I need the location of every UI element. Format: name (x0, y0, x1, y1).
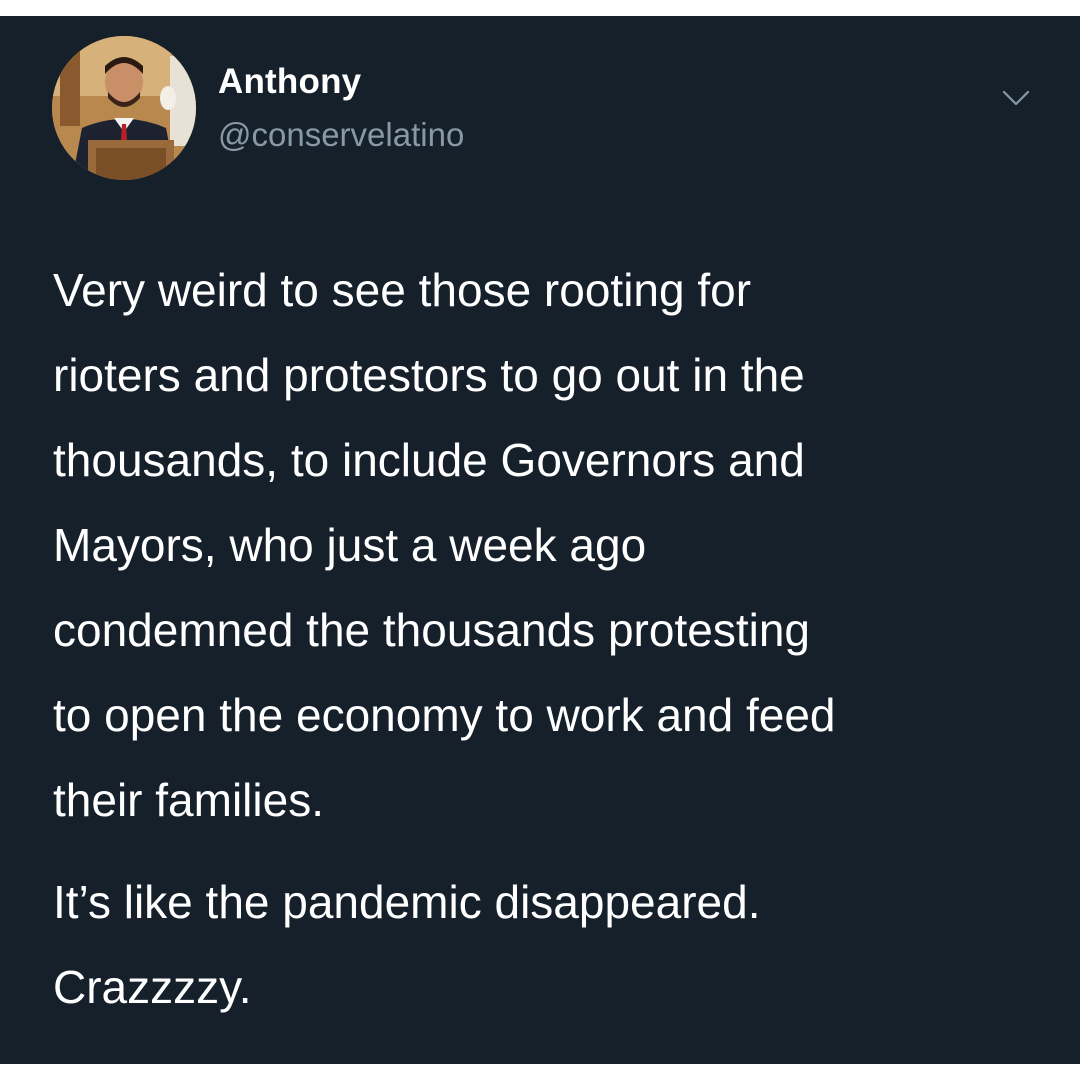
tweet-card: Anthony @conservelatino Very weird to se… (0, 16, 1080, 1064)
author-handle[interactable]: @conservelatino (218, 116, 464, 154)
tweet-paragraph: It’s like the pandemic disappeared. Craz… (53, 876, 761, 1013)
tweet-text: Very weird to see those rooting for riot… (53, 248, 1053, 1030)
chevron-down-icon[interactable] (998, 82, 1034, 112)
tweet-paragraph: Very weird to see those rooting for riot… (53, 264, 836, 826)
profile-photo (52, 36, 196, 180)
author-name[interactable]: Anthony (218, 62, 361, 102)
tweet-header: Anthony @conservelatino (0, 16, 1080, 206)
avatar[interactable] (52, 36, 196, 180)
